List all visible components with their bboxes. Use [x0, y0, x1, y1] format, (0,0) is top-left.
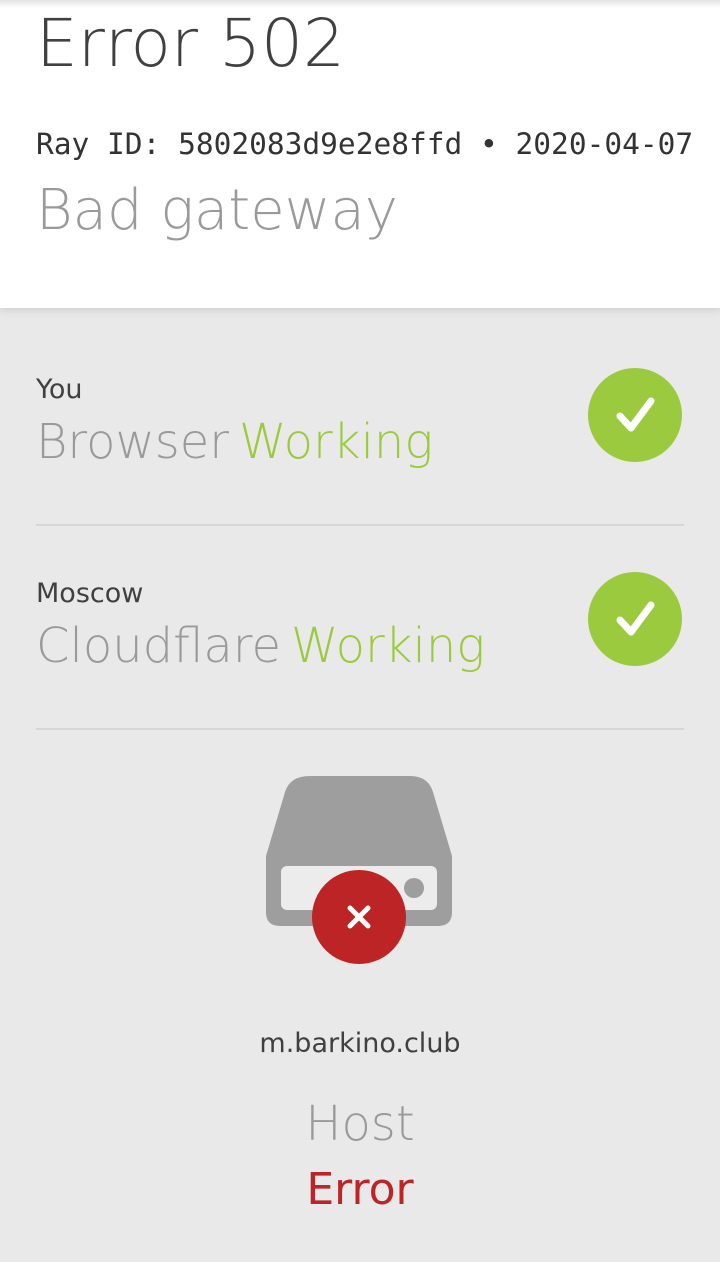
check-icon [588, 572, 682, 666]
ray-id-line: Ray ID: 5802083d9e2e8ffd • 2020-04-07 [36, 127, 694, 161]
host-name: Host [305, 1096, 415, 1152]
status-name-label: Browser [36, 414, 230, 470]
status-name: Browser Working [36, 412, 433, 472]
status-location: Moscow [36, 578, 144, 609]
status-value: Working [290, 618, 486, 674]
error-subtitle: Bad gateway [36, 178, 398, 243]
error-x-icon [312, 870, 406, 964]
server-icon [266, 776, 452, 964]
status-value: Working [239, 414, 434, 470]
status-name: Cloudflare Working [36, 616, 485, 676]
host-status-graphic [0, 776, 720, 976]
error-title: Error 502 [36, 5, 345, 82]
status-row-cloudflare: Moscow Cloudflare Working [36, 572, 684, 780]
check-icon [588, 368, 682, 462]
status-name-label: Cloudflare [36, 618, 281, 674]
divider [36, 728, 684, 730]
status-location: You [36, 374, 83, 405]
host-domain: m.barkino.club [259, 1028, 461, 1059]
status-row-browser: You Browser Working [36, 368, 684, 576]
host-status-value: Error [306, 1164, 414, 1215]
divider [36, 524, 684, 526]
error-header: Error 502 Ray ID: 5802083d9e2e8ffd • 202… [0, 0, 720, 308]
